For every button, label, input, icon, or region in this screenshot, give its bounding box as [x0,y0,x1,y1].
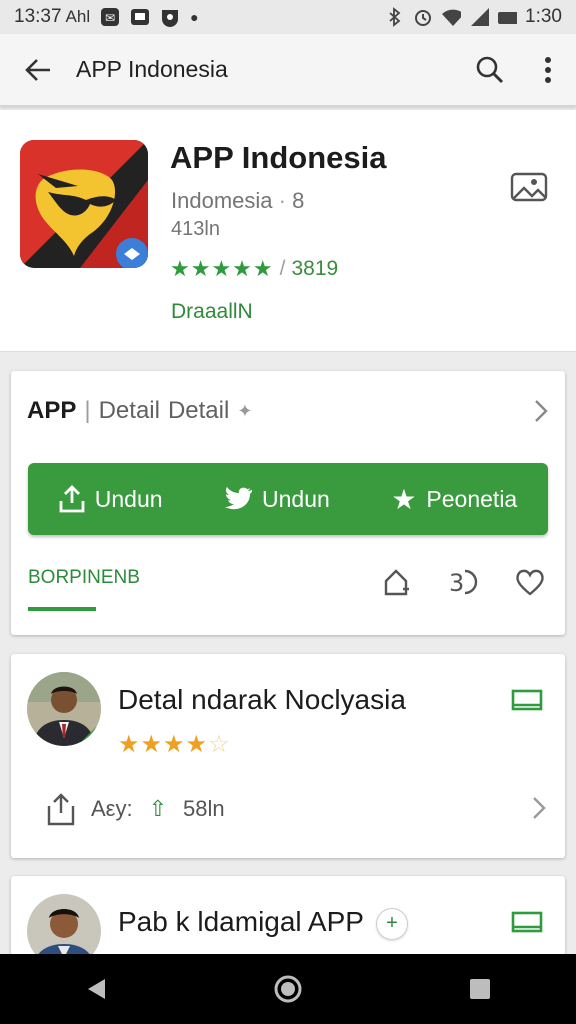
signal-icon [469,7,490,27]
star-empty-icon: ☆ [208,731,231,758]
avatar [27,672,101,746]
rating-stars: ★★★★★ [170,256,274,281]
share-up-icon[interactable] [47,792,75,826]
notification-icon: ✉ [100,7,120,27]
nav-back-button[interactable] [66,959,126,1019]
upload-icon [59,485,85,513]
review-footer-value: 58ln [183,796,225,821]
plus-icon[interactable]: + [375,907,408,940]
search-button[interactable] [460,34,520,106]
bluetooth-icon [385,7,405,27]
install-label[interactable]: DraaallN [171,300,253,324]
status-carrier: Ahl [65,7,91,26]
navigation-bar [0,954,576,1024]
developer-suffix: 8 [292,188,305,213]
circle-home-icon [274,975,302,1003]
twitter-icon [225,487,253,510]
message-icon [130,7,150,27]
review-rating-stars: ★★★★☆ [118,730,231,759]
overflow-menu-button[interactable] [520,34,576,106]
status-bar: 13:37 Ahl ✉ ● 1:30 [0,0,576,34]
rating-summary: ★★★★★ / 3819 [170,256,338,282]
triangle-back-icon [88,979,105,999]
review-open-button[interactable] [511,688,543,717]
review-title: Detal ndarak Noclyasia [118,684,406,715]
alarm-icon [413,7,433,27]
app-bar: APP Indonesia [0,34,576,106]
app-size: 413ln [171,218,220,240]
chevron-right-icon [535,400,548,422]
app-bar-title: APP Indonesia [76,56,228,82]
star-icon: ★ [391,483,417,515]
rating-separator: / [279,257,286,280]
star-half-icon: ★ [185,731,209,758]
star-filled-icon: ★★★ [118,731,186,758]
home-share-icon[interactable] [381,567,411,597]
detail-chevron-button[interactable] [533,399,549,428]
image-icon [510,172,548,202]
detail-app-label: APP [27,397,77,424]
favorite-button[interactable]: ★ Peonetia [391,483,517,516]
wifi-icon [441,7,462,27]
download-label: Undun [94,485,163,512]
download-button[interactable]: Undun [59,485,163,513]
status-clock: 1:30 [525,6,562,27]
detail-card: APP | Detail Detail ✦ Undun Undun ★ Peon… [11,371,565,635]
battery-icon [497,7,518,27]
status-time: 13:37 [14,6,62,27]
review-open-button[interactable] [511,910,543,939]
detail-icon-row: 3 [381,567,545,597]
search-icon [476,56,504,83]
nav-home-button[interactable] [258,959,318,1019]
svg-text:✉: ✉ [105,11,115,25]
chevron-right-icon [533,797,546,819]
diamond-icon: ✦ [237,400,253,421]
wishlist-button[interactable] [510,170,550,210]
detail-row[interactable]: APP | Detail Detail ✦ [27,397,252,425]
tab-reviews[interactable]: BORPINENB [28,567,140,589]
3d-rotate-icon[interactable]: 3 [447,567,479,597]
review-chevron-button[interactable] [531,796,547,825]
back-button[interactable] [0,34,76,106]
tab-indicator [28,607,96,611]
rating-count: 3819 [291,257,339,280]
detail-label-2: Detail [167,397,230,424]
arrow-left-icon [25,58,50,81]
thumb-up-icon: ⇧ [148,796,168,821]
square-recents-icon [470,979,490,999]
book-icon [511,911,543,933]
detail-separator: | [84,397,91,424]
review-footer-label: Aεy: [91,796,133,821]
shield-icon [160,7,180,27]
book-icon [511,689,543,711]
twitter-share-button[interactable]: Undun [224,486,330,513]
review-title-text: Pab k ldamigal APP [118,906,364,937]
developer-label: Indomesia [171,188,273,213]
more-vert-icon [545,56,551,83]
review-title: Pab k ldamigal APP + [118,906,408,940]
detail-label-1: Detail [98,397,160,424]
review-card[interactable]: Detal ndarak Noclyasia ★★★★☆ Aεy: ⇧ 58ln [11,654,565,858]
app-logo-icon [20,140,148,268]
app-header: APP Indonesia Indomesia · 8 413ln ★★★★★ … [0,110,576,352]
svg-text:3: 3 [449,569,464,597]
review-footer: Aεy: ⇧ 58ln [47,792,225,826]
developer-name[interactable]: Indomesia · 8 [171,188,304,214]
twitter-share-label: Undun [262,485,330,512]
action-bar: Undun Undun ★ Peonetia [28,463,548,535]
status-dot-icon: ● [190,9,199,25]
heart-icon[interactable] [515,568,545,596]
nav-recents-button[interactable] [450,959,510,1019]
favorite-label: Peonetia [426,485,518,512]
app-title: APP Indonesia [170,140,387,175]
